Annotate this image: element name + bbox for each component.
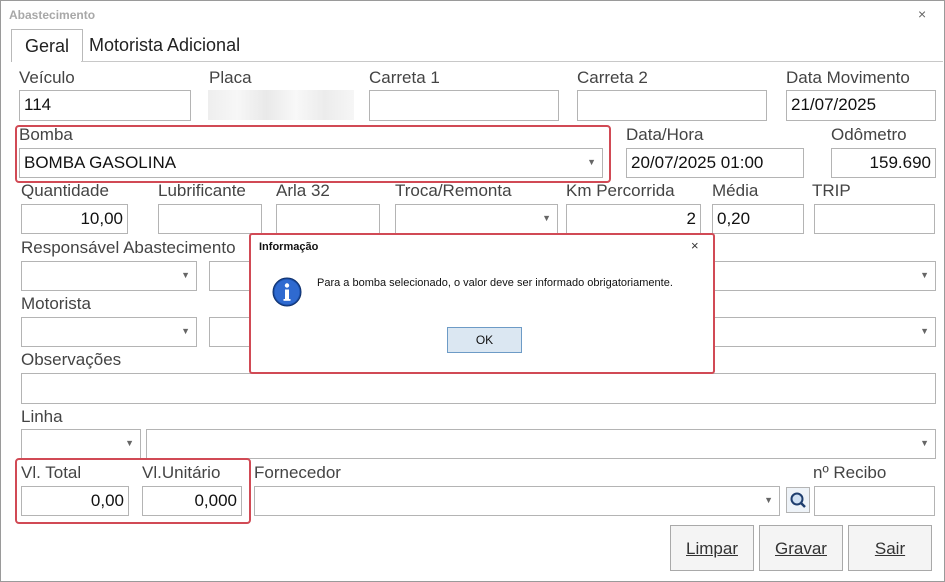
- data-hora-label: Data/Hora: [626, 125, 704, 144]
- odometro-field[interactable]: 159.690: [831, 148, 936, 178]
- troca-remonta-select[interactable]: ▼: [395, 204, 558, 234]
- sair-button[interactable]: Sair: [848, 525, 932, 571]
- fornecedor-select[interactable]: ▼: [254, 486, 780, 516]
- trip-label: TRIP: [812, 181, 851, 200]
- data-movimento-label: Data Movimento: [786, 68, 910, 87]
- bomba-label: Bomba: [19, 125, 73, 144]
- vl-total-field[interactable]: 0,00: [21, 486, 129, 516]
- carreta2-label: Carreta 2: [577, 68, 648, 87]
- quantidade-label: Quantidade: [21, 181, 109, 200]
- km-percorrida-label: Km Percorrida: [566, 181, 675, 200]
- motorista-select[interactable]: ▼: [21, 317, 197, 347]
- chevron-down-icon: ▼: [920, 326, 929, 336]
- chevron-down-icon: ▼: [542, 213, 551, 223]
- carreta1-label: Carreta 1: [369, 68, 440, 87]
- linha-label: Linha: [21, 407, 63, 426]
- gravar-button[interactable]: Gravar: [759, 525, 843, 571]
- trip-field[interactable]: [814, 204, 935, 234]
- limpar-button[interactable]: Limpar: [670, 525, 754, 571]
- odometro-label: Odômetro: [831, 125, 907, 144]
- close-icon[interactable]: ×: [691, 238, 699, 253]
- magnifier-icon: [790, 492, 806, 508]
- informacao-dialog: Informação × Para a bomba selecionado, o…: [249, 233, 715, 374]
- chevron-down-icon: ▼: [587, 157, 596, 167]
- placa-label: Placa: [209, 68, 252, 87]
- limpar-button-label: Limpar: [686, 539, 738, 558]
- window-title: Abastecimento: [9, 8, 96, 22]
- bomba-select[interactable]: BOMBA GASOLINA ▼: [19, 148, 603, 178]
- arla32-label: Arla 32: [276, 181, 330, 200]
- carreta2-field[interactable]: [577, 90, 767, 121]
- quantidade-field[interactable]: 10,00: [21, 204, 128, 234]
- dialog-title: Informação: [259, 241, 319, 253]
- data-movimento-field[interactable]: 21/07/2025: [786, 90, 936, 121]
- chevron-down-icon: ▼: [920, 270, 929, 280]
- lubrificante-field[interactable]: [158, 204, 262, 234]
- tab-geral[interactable]: Geral: [11, 29, 83, 62]
- tab-divider: [81, 61, 943, 62]
- km-percorrida-field[interactable]: 2: [566, 204, 701, 234]
- linha-name-field[interactable]: ▼: [146, 429, 936, 459]
- veiculo-field[interactable]: 114: [19, 90, 191, 121]
- chevron-down-icon: ▼: [181, 270, 190, 280]
- chevron-down-icon: ▼: [764, 495, 773, 505]
- responsavel-select[interactable]: ▼: [21, 261, 197, 291]
- chevron-down-icon: ▼: [920, 438, 929, 448]
- recibo-label: nº Recibo: [813, 463, 887, 482]
- media-label: Média: [712, 181, 759, 200]
- linha-select[interactable]: ▼: [21, 429, 141, 459]
- chevron-down-icon: ▼: [125, 438, 134, 448]
- recibo-field[interactable]: [814, 486, 935, 516]
- motorista-label: Motorista: [21, 294, 91, 313]
- vl-unitario-field[interactable]: 0,000: [142, 486, 242, 516]
- data-hora-field[interactable]: 20/07/2025 01:00: [626, 148, 804, 178]
- troca-remonta-label: Troca/Remonta: [395, 181, 512, 200]
- search-fornecedor-button[interactable]: [786, 487, 810, 513]
- vl-total-label: Vl. Total: [21, 463, 82, 482]
- fornecedor-label: Fornecedor: [254, 463, 341, 482]
- sair-button-label: Sair: [874, 539, 906, 558]
- veiculo-label: Veículo: [19, 68, 75, 87]
- chevron-down-icon: ▼: [181, 326, 190, 336]
- observacoes-label: Observações: [21, 350, 122, 369]
- bomba-value: BOMBA GASOLINA: [24, 153, 177, 172]
- responsavel-label: Responsável Abastecimento: [21, 238, 236, 257]
- carreta1-field[interactable]: [369, 90, 559, 121]
- gravar-button-label: Gravar: [775, 539, 827, 558]
- arla32-field[interactable]: [276, 204, 380, 234]
- info-icon: [272, 277, 302, 307]
- ok-button[interactable]: OK: [447, 327, 522, 353]
- placa-field-redacted[interactable]: [208, 90, 354, 120]
- close-icon[interactable]: ×: [918, 6, 926, 22]
- observacoes-field[interactable]: [21, 373, 936, 404]
- tab-motorista-adicional[interactable]: Motorista Adicional: [89, 29, 259, 61]
- dialog-message: Para a bomba selecionado, o valor deve s…: [317, 277, 673, 289]
- vl-unitario-label: Vl.Unitário: [142, 463, 221, 482]
- lubrificante-label: Lubrificante: [158, 181, 246, 200]
- media-field[interactable]: 0,20: [712, 204, 804, 234]
